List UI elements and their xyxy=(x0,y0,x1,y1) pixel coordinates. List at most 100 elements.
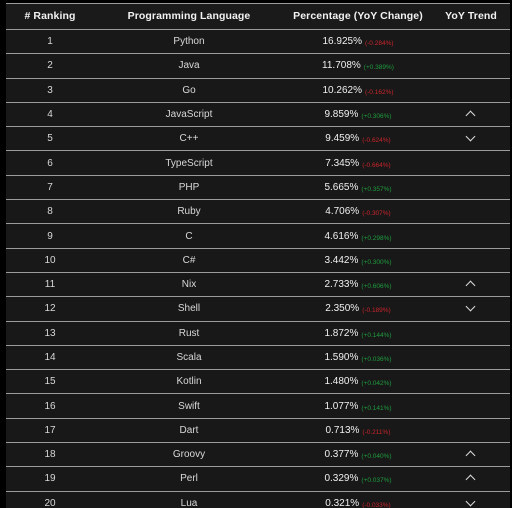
percentage-cell: 1.590% (+0.036%) xyxy=(284,345,432,371)
trend-cell xyxy=(432,199,510,225)
table-row[interactable]: 10 C# 3.442% (+0.300%) xyxy=(6,248,510,273)
rank-cell: 8 xyxy=(6,199,94,225)
table-row[interactable]: 13 Rust 1.872% (+0.144%) xyxy=(6,321,510,346)
language-name-cell: C++ xyxy=(94,126,284,152)
yoy-change-value: (+0.141%) xyxy=(361,404,392,412)
chevron-up-icon[interactable] xyxy=(466,280,477,287)
language-name-cell: Kotlin xyxy=(94,369,284,395)
rank-cell: 19 xyxy=(6,466,94,492)
percentage-value: 0.713% xyxy=(325,424,360,436)
table-row[interactable]: 6 TypeScript 7.345% (-0.664%) xyxy=(6,150,510,176)
language-name-cell: Go xyxy=(94,78,284,103)
percentage-cell: 9.859% (+0.306%) xyxy=(284,102,432,128)
percentage-cell: 3.442% (+0.300%) xyxy=(284,248,432,273)
trend-cell xyxy=(432,466,510,492)
table-row[interactable]: 18 Groovy 0.377% (+0.040%) xyxy=(6,442,510,468)
table-row[interactable]: 20 Lua 0.321% (-0.033%) xyxy=(6,491,510,508)
percentage-cell: 11.708% (+0.389%) xyxy=(284,53,432,79)
percentage-value: 10.262% xyxy=(322,84,362,96)
trend-cell xyxy=(432,78,510,103)
chevron-up-icon[interactable] xyxy=(466,474,477,481)
trend-cell xyxy=(432,296,510,322)
rank-cell: 10 xyxy=(6,248,94,273)
table-row[interactable]: 7 PHP 5.665% (+0.357%) xyxy=(6,175,510,201)
percentage-value: 0.329% xyxy=(324,473,359,485)
percentage-value: 11.708% xyxy=(322,60,361,72)
column-header-percentage[interactable]: Percentage (YoY Change) xyxy=(284,3,432,30)
table-row[interactable]: 5 C++ 9.459% (-0.624%) xyxy=(6,126,510,152)
column-header-ranking[interactable]: # Ranking xyxy=(6,3,94,30)
yoy-change-value: (-0.211%) xyxy=(362,428,391,436)
table-row[interactable]: 1 Python 16.925% (-0.284%) xyxy=(6,29,510,55)
percentage-value: 3.442% xyxy=(324,254,359,266)
percentage-value: 0.321% xyxy=(325,497,360,508)
percentage-cell: 1.480% (+0.042%) xyxy=(284,369,432,395)
chevron-up-icon[interactable] xyxy=(466,450,477,457)
language-name-cell: Swift xyxy=(94,393,284,419)
language-name-cell: PHP xyxy=(94,175,284,201)
yoy-change-value: (-0.664%) xyxy=(362,161,391,169)
yoy-change-value: (+0.144%) xyxy=(361,331,392,339)
table-row[interactable]: 9 C 4.616% (+0.298%) xyxy=(6,223,510,249)
table-row[interactable]: 4 JavaScript 9.859% (+0.306%) xyxy=(6,102,510,128)
table-header-row: # Ranking Programming Language Percentag… xyxy=(6,3,510,30)
percentage-cell: 4.616% (+0.298%) xyxy=(284,223,432,249)
table-row[interactable]: 16 Swift 1.077% (+0.141%) xyxy=(6,393,510,419)
table-row[interactable]: 11 Nix 2.733% (+0.606%) xyxy=(6,272,510,298)
percentage-value: 9.859% xyxy=(324,109,359,121)
percentage-value: 4.616% xyxy=(324,230,359,242)
trend-cell xyxy=(432,126,510,152)
trend-cell xyxy=(432,102,510,128)
yoy-change-value: (+0.040%) xyxy=(361,453,392,461)
rank-cell: 17 xyxy=(6,418,94,444)
trend-cell xyxy=(432,223,510,249)
yoy-change-value: (-0.307%) xyxy=(362,210,391,218)
chevron-up-icon[interactable] xyxy=(466,110,477,117)
table-row[interactable]: 14 Scala 1.590% (+0.036%) xyxy=(6,345,510,371)
trend-cell xyxy=(432,369,510,395)
trend-cell xyxy=(432,418,510,444)
percentage-value: 1.077% xyxy=(324,400,359,412)
trend-cell xyxy=(432,272,510,298)
rank-cell: 12 xyxy=(6,296,94,322)
percentage-cell: 16.925% (-0.284%) xyxy=(284,29,432,55)
column-header-trend[interactable]: YoY Trend xyxy=(432,3,510,30)
yoy-change-value: (-0.189%) xyxy=(362,307,391,315)
chevron-down-icon[interactable] xyxy=(466,134,477,141)
table-row[interactable]: 2 Java 11.708% (+0.389%) xyxy=(6,53,510,79)
trend-cell xyxy=(432,321,510,346)
trend-cell xyxy=(432,53,510,79)
column-header-language[interactable]: Programming Language xyxy=(94,3,284,30)
percentage-cell: 1.077% (+0.141%) xyxy=(284,393,432,419)
percentage-cell: 7.345% (-0.664%) xyxy=(284,150,432,176)
language-name-cell: Perl xyxy=(94,466,284,492)
table-row[interactable]: 3 Go 10.262% (-0.162%) xyxy=(6,78,510,103)
percentage-value: 2.733% xyxy=(324,279,359,291)
table-row[interactable]: 17 Dart 0.713% (-0.211%) xyxy=(6,418,510,444)
table-row[interactable]: 12 Shell 2.350% (-0.189%) xyxy=(6,296,510,322)
rank-cell: 1 xyxy=(6,29,94,55)
table-row[interactable]: 8 Ruby 4.706% (-0.307%) xyxy=(6,199,510,225)
rank-cell: 6 xyxy=(6,150,94,176)
table-row[interactable]: 19 Perl 0.329% (+0.037%) xyxy=(6,466,510,492)
language-ranking-table: # Ranking Programming Language Percentag… xyxy=(6,3,510,508)
percentage-cell: 4.706% (-0.307%) xyxy=(284,199,432,225)
yoy-change-value: (+0.037%) xyxy=(361,477,392,485)
yoy-change-value: (+0.606%) xyxy=(361,283,392,291)
table-row[interactable]: 15 Kotlin 1.480% (+0.042%) xyxy=(6,369,510,395)
rank-cell: 5 xyxy=(6,126,94,152)
yoy-change-value: (+0.300%) xyxy=(361,258,392,266)
percentage-value: 1.480% xyxy=(324,376,359,388)
ranking-page: # Ranking Programming Language Percentag… xyxy=(0,0,512,508)
percentage-cell: 9.459% (-0.624%) xyxy=(284,126,432,152)
trend-cell xyxy=(432,393,510,419)
rank-cell: 7 xyxy=(6,175,94,201)
language-name-cell: Ruby xyxy=(94,199,284,225)
chevron-down-icon[interactable] xyxy=(466,499,477,506)
table-body: 1 Python 16.925% (-0.284%) 2 Java 11.708% (+0.3… xyxy=(6,29,510,508)
yoy-change-value: (-0.033%) xyxy=(362,501,391,508)
language-name-cell: Rust xyxy=(94,321,284,346)
chevron-down-icon[interactable] xyxy=(466,304,477,311)
percentage-value: 9.459% xyxy=(325,133,360,145)
percentage-cell: 2.350% (-0.189%) xyxy=(284,296,432,322)
